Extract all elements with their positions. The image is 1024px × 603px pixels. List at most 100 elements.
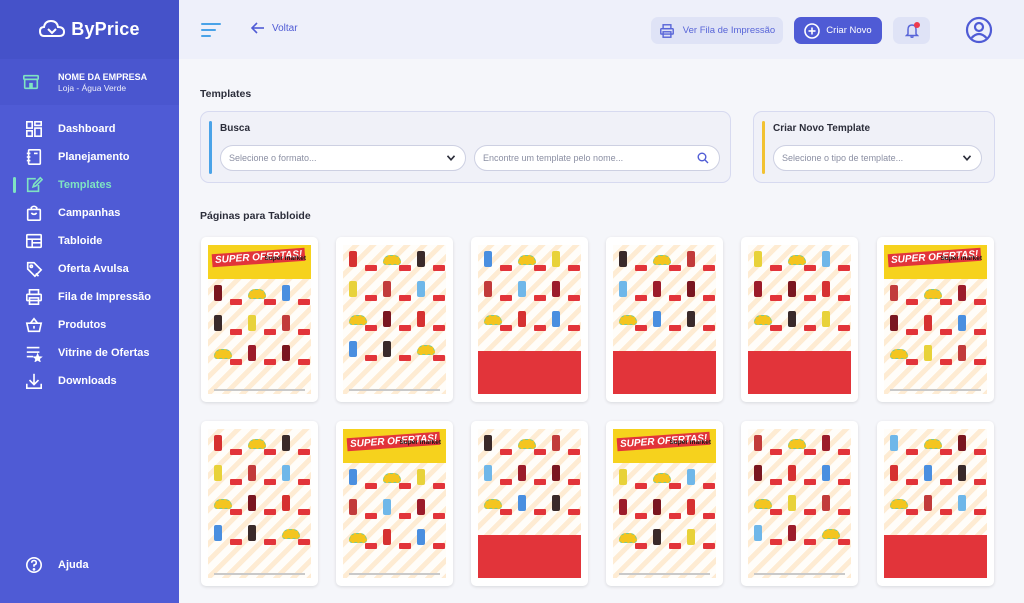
tabloid-page-preview [208,429,311,578]
super-ofertas-banner: SUPER OFERTAS! Super market [884,245,987,279]
price-tag [264,359,276,365]
tabloid-page-thumbnail[interactable] [201,421,318,586]
sidebar-item-templates[interactable]: Templates [0,171,179,199]
price-tag [669,325,681,331]
price-tag [399,483,411,489]
price-tag [433,513,445,519]
back-button[interactable]: Voltar [251,22,298,34]
sidebar-item-ajuda[interactable]: Ajuda [0,551,89,579]
product-image [282,529,300,539]
product-image [788,281,796,297]
template-search-input[interactable]: Encontre um template pelo nome... [474,145,720,171]
sidebar-item-vitrine-ofertas[interactable]: Vitrine de Ofertas [0,339,179,367]
price-tag [635,265,647,271]
chevron-down-icon [447,155,455,161]
price-tag [399,295,411,301]
menu-toggle-icon[interactable] [201,22,221,38]
page-title: Templates [200,88,252,100]
product-image [890,349,908,359]
price-tag [298,509,310,515]
price-tag [365,483,377,489]
product-image [924,315,932,331]
product-image [924,289,942,299]
product-image [788,439,806,449]
price-tag [804,325,816,331]
price-tag [264,449,276,455]
product-image [653,529,661,545]
product-image [619,533,637,543]
price-tag [568,325,580,331]
product-image [653,281,661,297]
company-selector[interactable]: NOME DA EMPRESA Loja - Água Verde [0,59,179,105]
sidebar-item-label: Ajuda [58,559,89,571]
price-tag [264,509,276,515]
top-header: Voltar Ver Fila de Impressão Criar Novo [179,0,1024,59]
price-tag [500,265,512,271]
list-star-icon [26,346,43,362]
tabloid-page-thumbnail[interactable] [741,237,858,402]
product-image [383,255,401,265]
sidebar-item-dashboard[interactable]: Dashboard [0,115,179,143]
basket-icon [25,317,43,333]
super-ofertas-banner: SUPER OFERTAS! Super market [343,429,446,463]
price-tag [940,449,952,455]
tabloid-page-thumbnail[interactable]: SUPER OFERTAS! Super market [877,237,994,402]
red-footer-block [613,351,716,394]
product-image [349,499,357,515]
sidebar-item-produtos[interactable]: Produtos [0,311,179,339]
product-image [383,341,391,357]
sidebar-item-oferta-avulsa[interactable]: Oferta Avulsa [0,255,179,283]
tabloid-page-thumbnail[interactable] [606,237,723,402]
tabloid-page-thumbnail[interactable]: SUPER OFERTAS! Super market [606,421,723,586]
tabloid-page-thumbnail[interactable] [877,421,994,586]
price-tag [838,265,850,271]
product-image [552,495,560,511]
notifications-button[interactable] [893,17,930,44]
product-image [788,311,796,327]
page-footer [890,389,981,391]
price-tag [974,509,986,515]
product-image [518,439,536,449]
product-image [890,499,908,509]
tabloid-page-thumbnail[interactable]: SUPER OFERTAS! Super market [336,421,453,586]
sidebar-item-fila-impressao[interactable]: Fila de Impressão [0,283,179,311]
sidebar-item-campanhas[interactable]: Campanhas [0,199,179,227]
product-image [619,499,627,515]
sidebar-item-tabloide[interactable]: Tabloide [0,227,179,255]
print-queue-button[interactable]: Ver Fila de Impressão [651,17,783,44]
product-image [282,285,290,301]
price-tag [703,325,715,331]
product-image [687,469,695,485]
tabloid-page-thumbnail[interactable] [471,421,588,586]
product-image [754,435,762,451]
back-label: Voltar [272,22,298,34]
sidebar-item-downloads[interactable]: Downloads [0,367,179,395]
user-avatar-icon[interactable] [965,16,993,44]
price-tag [804,265,816,271]
page-footer [619,573,710,575]
price-tag [770,295,782,301]
product-image [518,465,526,481]
product-image [754,281,762,297]
download-icon [25,373,43,390]
template-type-select[interactable]: Selecione o tipo de template... [773,145,982,171]
format-select[interactable]: Selecione o formato... [220,145,466,171]
product-image [518,281,526,297]
tabloid-page-thumbnail[interactable]: SUPER OFERTAS! Super market [201,237,318,402]
tabloid-page-preview: SUPER OFERTAS! Super market [613,429,716,578]
create-new-button[interactable]: Criar Novo [794,17,882,44]
price-tag [838,295,850,301]
product-image [282,495,290,511]
product-image [619,315,637,325]
sidebar-item-label: Campanhas [58,207,121,219]
sidebar-item-label: Templates [58,179,112,191]
tabloid-page-thumbnail[interactable] [741,421,858,586]
brand-logo[interactable]: ByPrice [0,0,179,59]
product-image [924,439,942,449]
search-card-title: Busca [220,123,251,134]
sidebar-item-planejamento[interactable]: Planejamento [0,143,179,171]
product-image [282,345,290,361]
product-image [417,345,435,355]
tabloid-page-thumbnail[interactable] [336,237,453,402]
tabloid-page-thumbnail[interactable] [471,237,588,402]
